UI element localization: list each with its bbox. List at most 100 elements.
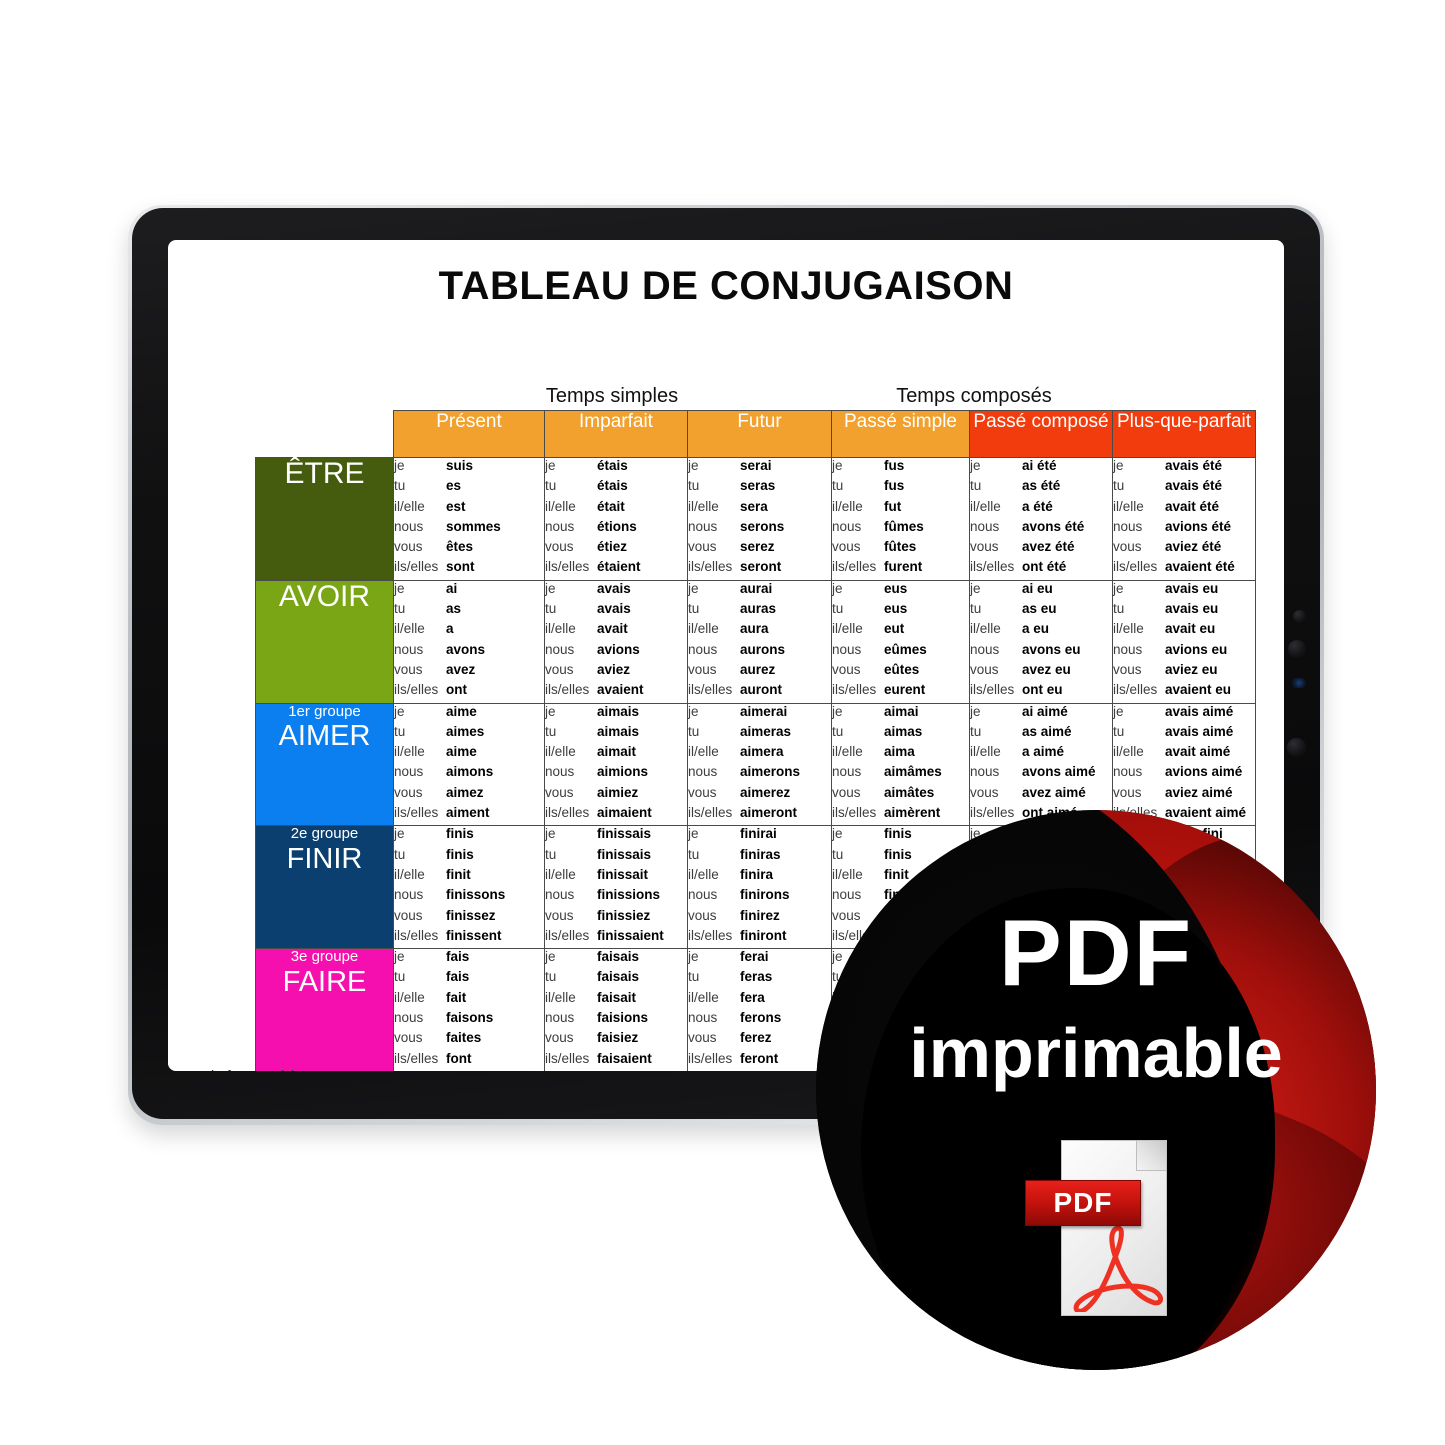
pdf-page-fold-icon: [1136, 1141, 1166, 1171]
verb-form: finissais: [597, 846, 652, 862]
verb-form: avons aimé: [1022, 764, 1096, 780]
conjugation-line: tu as eu: [970, 601, 1112, 621]
verb-form: eûmes: [884, 641, 927, 657]
conjugation-line: ils/elles étaient: [545, 559, 687, 579]
conjugation-line: vous avez eu: [970, 662, 1112, 682]
pronoun: il/elle: [545, 498, 576, 514]
verb-form: aime: [446, 744, 477, 760]
verb-form: eus: [884, 580, 908, 596]
pronoun: je: [545, 826, 556, 842]
verb-form: fus: [884, 458, 905, 473]
conjugation-line: je finis: [394, 826, 544, 846]
pronoun: nous: [1113, 764, 1143, 780]
pronoun: ils/elles: [545, 927, 590, 943]
conjugation-line: ils/elles seront: [688, 559, 831, 579]
verb-form: aimons: [446, 764, 494, 780]
pronoun: tu: [545, 723, 557, 739]
tense-group-header-row: Temps simples Temps composés: [255, 382, 1255, 410]
pronoun: vous: [832, 539, 861, 555]
pronoun: je: [688, 458, 699, 473]
pronoun: il/elle: [545, 989, 576, 1005]
conjugation-line: je aimerai: [688, 704, 831, 724]
pronoun: tu: [545, 969, 557, 985]
conjugation-line: je aime: [394, 704, 544, 724]
pronoun: nous: [970, 641, 1000, 657]
conjugation-line: ils/elles aimeront: [688, 805, 831, 825]
verb-form: finis: [446, 846, 474, 862]
conjugation-line: nous étions: [545, 519, 687, 539]
verb-form: serez: [740, 539, 775, 555]
verb-form: ai eu: [1022, 580, 1053, 596]
verb-form: avez aimé: [1022, 784, 1086, 800]
conjugation-line: il/elle finira: [688, 867, 831, 887]
verb-form: feront: [740, 1050, 779, 1066]
conjugation-line: il/elle a: [394, 621, 544, 641]
conjugation-line: nous avions eu: [1113, 642, 1255, 662]
conjugation-line: ils/elles eurent: [832, 682, 969, 702]
conjugation-cell-aimer-plus-que-parfait: je avais aimé tu avais aimé il/elle avait aim…: [1112, 702, 1256, 827]
verb-form: sera: [740, 498, 768, 514]
pronoun: nous: [832, 641, 862, 657]
verb-form: serai: [740, 458, 772, 473]
verb-form: a aimé: [1022, 744, 1065, 760]
conjugation-line: il/elle fera: [688, 990, 831, 1010]
verb-form: suis: [446, 458, 474, 473]
conjugation-line: il/elle fait: [394, 990, 544, 1010]
pronoun: nous: [394, 1010, 424, 1026]
conjugation-cell-être-futur: je serai tu seras il/elle sera nous serons vous s…: [687, 457, 832, 581]
pronoun: tu: [394, 478, 406, 494]
pronoun: vous: [394, 1030, 423, 1046]
pronoun: nous: [545, 641, 575, 657]
conjugation-line: je fais: [394, 949, 544, 969]
pronoun: il/elle: [394, 744, 425, 760]
verb-name: FAIRE: [282, 965, 367, 998]
verb-form: fut: [884, 498, 902, 514]
conjugation-line: nous avions: [545, 642, 687, 662]
conjugation-line: tu auras: [688, 601, 831, 621]
verb-form: êtes: [446, 539, 474, 555]
verb-form: finissent: [446, 927, 502, 943]
verb-form: aimerez: [740, 784, 791, 800]
pronoun: il/elle: [688, 744, 719, 760]
pronoun: vous: [1113, 661, 1142, 677]
verb-form: aimions: [597, 764, 649, 780]
conjugation-line: vous finissiez: [545, 908, 687, 928]
verb-form: finit: [446, 866, 471, 882]
verb-name: ÊTRE: [284, 457, 365, 490]
pronoun: nous: [394, 641, 424, 657]
pdf-printable-badge[interactable]: PDF imprimable PDF: [816, 810, 1376, 1370]
conjugation-line: nous avions aimé: [1113, 764, 1255, 784]
pronoun: nous: [394, 764, 424, 780]
pronoun: tu: [688, 601, 700, 617]
pronoun: nous: [394, 887, 424, 903]
verb-form: aimerai: [740, 703, 788, 719]
pronoun: tu: [394, 723, 406, 739]
conjugation-line: je suis: [394, 458, 544, 478]
conjugation-line: ils/elles faisaient: [545, 1051, 687, 1071]
pronoun: ils/elles: [394, 682, 439, 698]
pronoun: il/elle: [545, 744, 576, 760]
indicator-light-icon: [1292, 678, 1306, 688]
conjugation-cell-être-imparfait: je étais tu étais il/elle était nous étions vous…: [544, 457, 688, 581]
verb-form: avaient: [597, 682, 644, 698]
verb-form: avions aimé: [1165, 764, 1243, 780]
verb-form: finiras: [740, 846, 781, 862]
pronoun: tu: [688, 846, 700, 862]
conjugation-line: tu aimeras: [688, 724, 831, 744]
conjugation-line: tu avais: [545, 601, 687, 621]
conjugation-line: ils/elles avaient eu: [1113, 682, 1255, 702]
conjugation-line: nous faisons: [394, 1010, 544, 1030]
conjugation-line: vous êtes: [394, 539, 544, 559]
conjugation-line: il/elle a eu: [970, 621, 1112, 641]
pronoun: ils/elles: [545, 559, 590, 575]
pronoun: vous: [394, 661, 423, 677]
conjugation-cell-aimer-passe-compose: je ai aimé tu as aimé il/elle a aimé nous avons…: [969, 702, 1113, 827]
conjugation-line: il/elle est: [394, 499, 544, 519]
verb-form: ferons: [740, 1010, 782, 1026]
verb-form: avons été: [1022, 518, 1085, 534]
verb-form: étais: [597, 478, 628, 494]
pdf-ribbon-label: PDF: [1025, 1180, 1141, 1226]
pronoun: il/elle: [832, 498, 863, 514]
verb-form: fûmes: [884, 518, 924, 534]
verb-form: avait eu: [1165, 621, 1216, 637]
